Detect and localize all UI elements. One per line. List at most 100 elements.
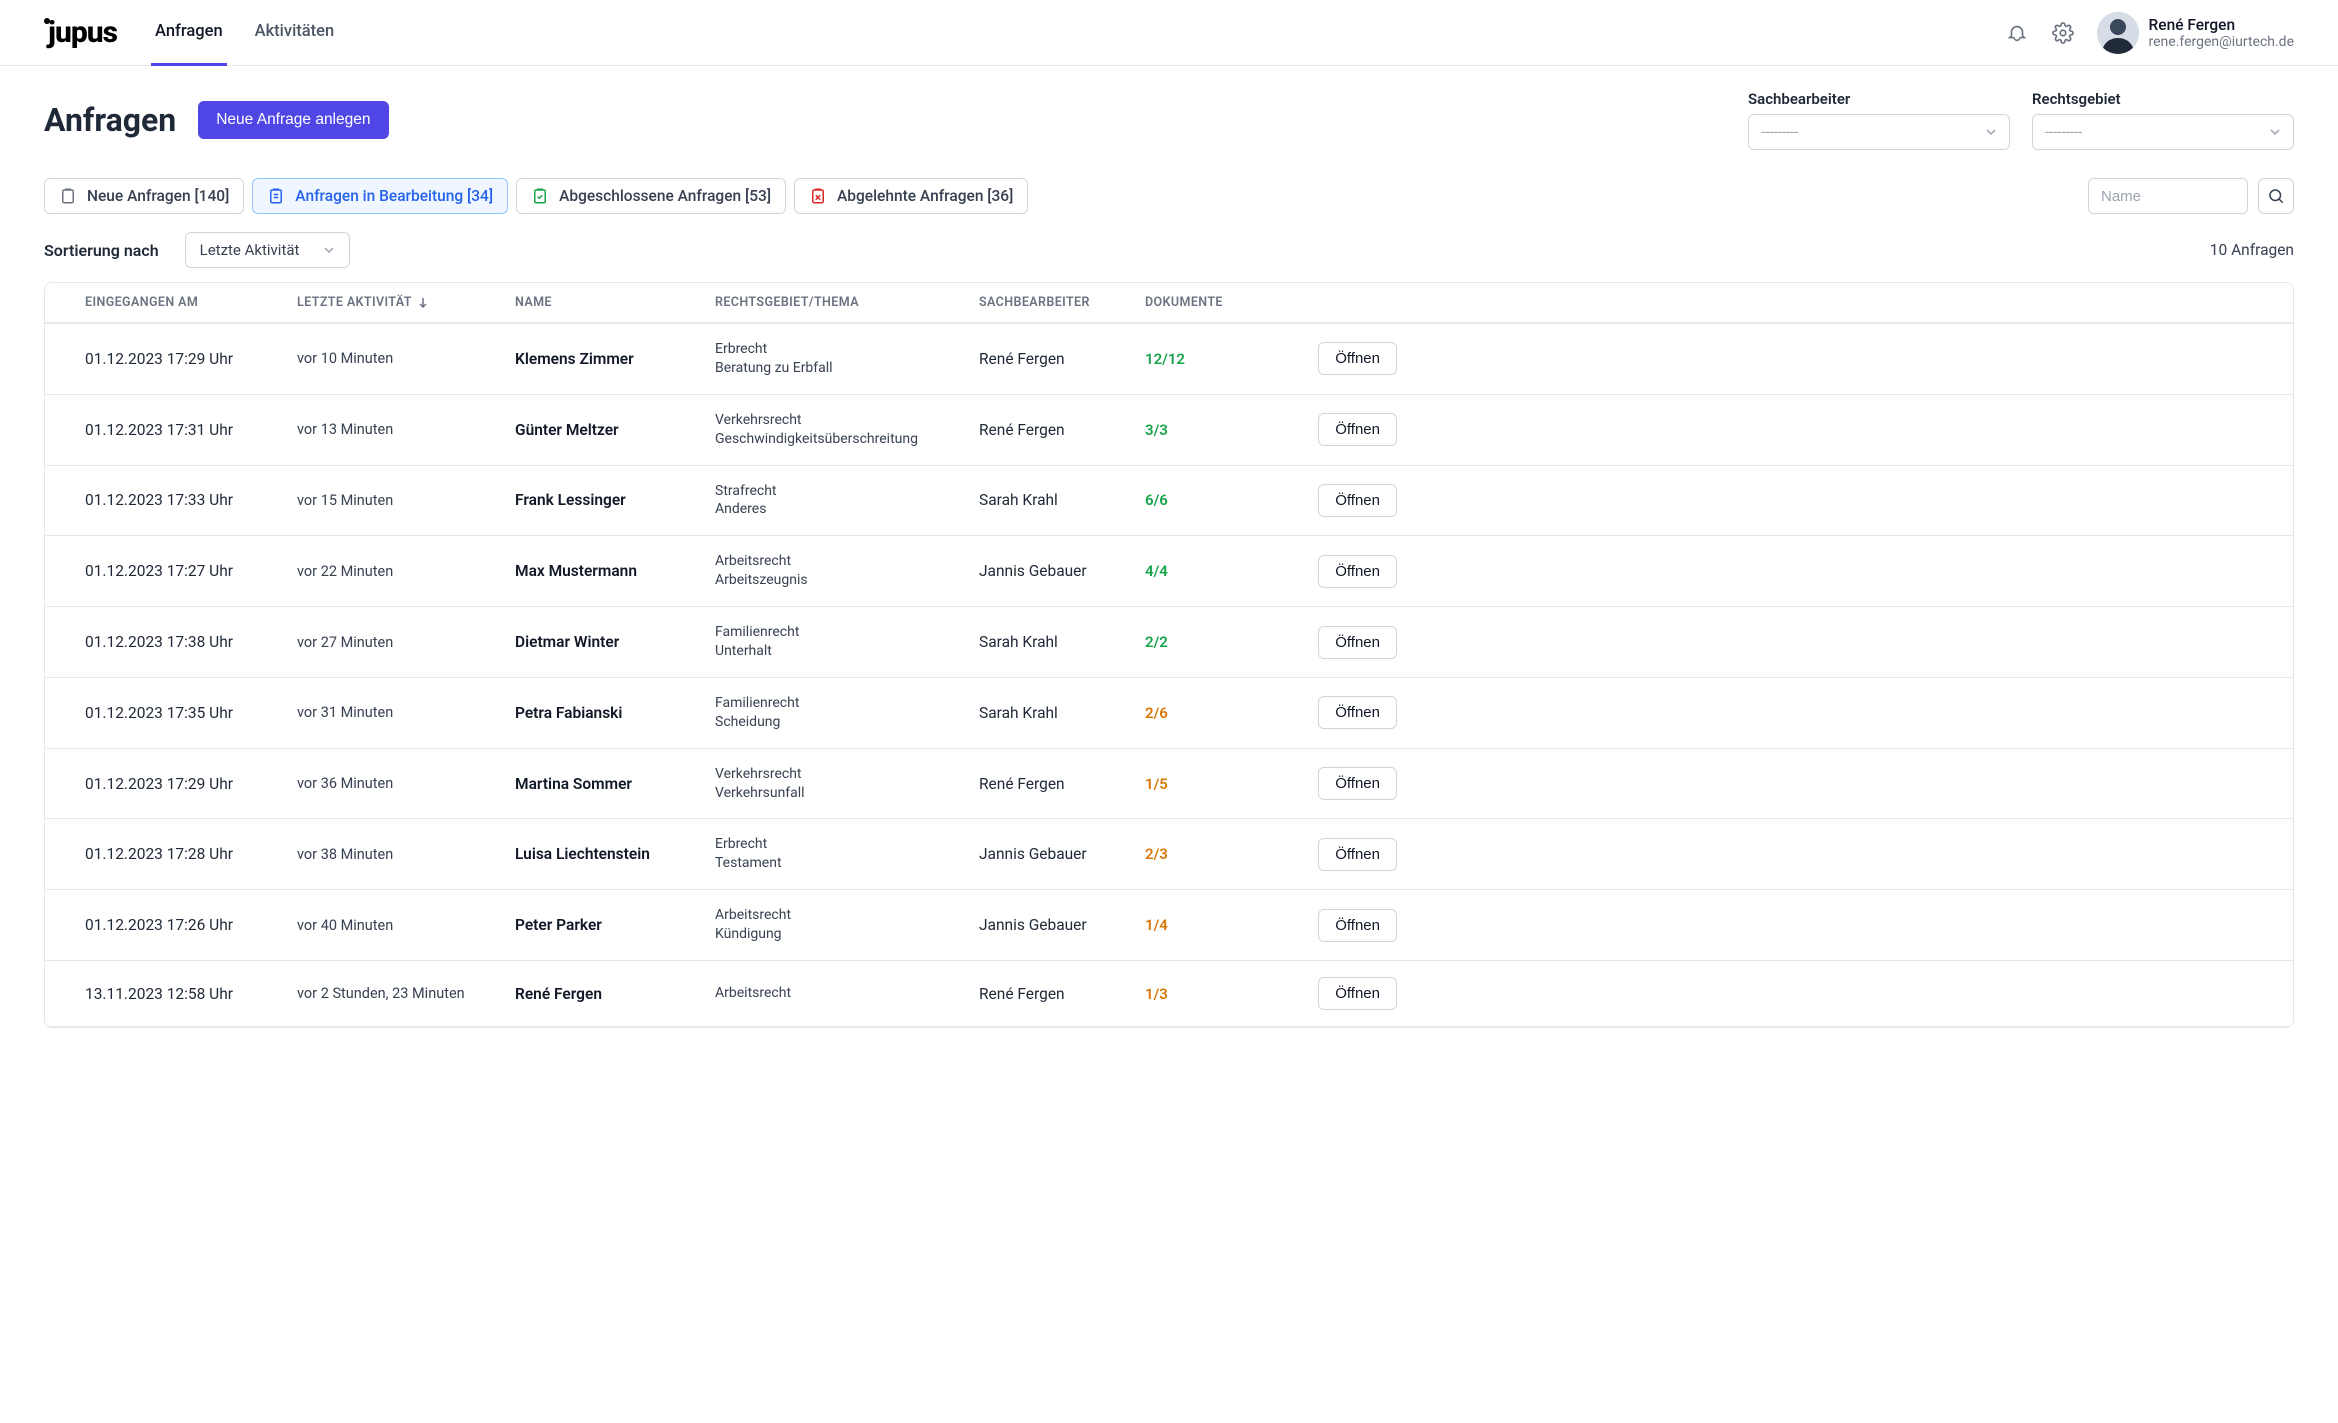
- cell-docs: 1/4: [1145, 916, 1257, 934]
- open-button[interactable]: Öffnen: [1318, 626, 1397, 659]
- cell-agent: René Fergen: [979, 775, 1145, 793]
- user-text: René Fergen rene.fergen@iurtech.de: [2149, 16, 2294, 50]
- status-tabs: Neue Anfragen [140] Anfragen in Bearbeitu…: [44, 178, 1028, 214]
- cell-topic: ErbrechtBeratung zu Erbfall: [715, 340, 979, 378]
- cell-topic: FamilienrechtScheidung: [715, 694, 979, 732]
- cell-name: Max Mustermann: [515, 562, 715, 580]
- cell-activity: vor 36 Minuten: [297, 775, 515, 792]
- cell-date: 01.12.2023 17:29 Uhr: [85, 775, 297, 793]
- col-agent: Sachbearbeiter: [979, 295, 1145, 310]
- table-row: 01.12.2023 17:26 Uhr vor 40 Minuten Pete…: [45, 890, 2293, 961]
- open-button[interactable]: Öffnen: [1318, 838, 1397, 871]
- sort-label: Sortierung nach: [44, 241, 159, 260]
- settings-icon[interactable]: [2051, 21, 2075, 45]
- cell-name: Peter Parker: [515, 916, 715, 934]
- notifications-icon[interactable]: [2005, 21, 2029, 45]
- status-tab-label: Abgelehnte Anfragen [36]: [837, 187, 1013, 205]
- open-button[interactable]: Öffnen: [1318, 696, 1397, 729]
- col-name: Name: [515, 295, 715, 310]
- cell-activity: vor 2 Stunden, 23 Minuten: [297, 985, 515, 1002]
- open-button[interactable]: Öffnen: [1318, 909, 1397, 942]
- cell-docs: 12/12: [1145, 350, 1257, 368]
- status-tab[interactable]: Neue Anfragen [140]: [44, 178, 244, 214]
- header-left: jupus Anfragen Aktivitäten: [44, 0, 338, 66]
- app-logo: jupus: [44, 15, 117, 50]
- cell-agent: Sarah Krahl: [979, 704, 1145, 722]
- cell-activity: vor 13 Minuten: [297, 421, 515, 438]
- status-tab-label: Neue Anfragen [140]: [87, 187, 229, 205]
- cell-topic: VerkehrsrechtVerkehrsunfall: [715, 765, 979, 803]
- cell-action: Öffnen: [1257, 626, 1397, 659]
- open-button[interactable]: Öffnen: [1318, 413, 1397, 446]
- filter-agent-select[interactable]: ---------: [1748, 114, 2010, 150]
- filters: Sachbearbeiter --------- Rechtsgebiet --…: [1748, 90, 2294, 150]
- filter-area-value: ---------: [2045, 123, 2082, 141]
- cell-topic: FamilienrechtUnterhalt: [715, 623, 979, 661]
- chevron-down-icon: [2269, 126, 2281, 138]
- table-row: 01.12.2023 17:31 Uhr vor 13 Minuten Günt…: [45, 395, 2293, 466]
- open-button[interactable]: Öffnen: [1318, 342, 1397, 375]
- cell-name: Petra Fabianski: [515, 704, 715, 722]
- avatar: [2097, 12, 2139, 54]
- cell-agent: Jannis Gebauer: [979, 916, 1145, 934]
- search-icon: [2267, 187, 2285, 205]
- cell-activity: vor 40 Minuten: [297, 917, 515, 934]
- open-button[interactable]: Öffnen: [1318, 484, 1397, 517]
- cell-activity: vor 38 Minuten: [297, 846, 515, 863]
- open-button[interactable]: Öffnen: [1318, 767, 1397, 800]
- col-docs: Dokumente: [1145, 295, 1257, 310]
- app-header: jupus Anfragen Aktivitäten René Fergen re…: [0, 0, 2338, 66]
- filter-agent-value: ---------: [1761, 123, 1798, 141]
- status-tab[interactable]: Anfragen in Bearbeitung [34]: [252, 178, 508, 214]
- cell-action: Öffnen: [1257, 413, 1397, 446]
- table-body: 01.12.2023 17:29 Uhr vor 10 Minuten Klem…: [45, 324, 2293, 1027]
- requests-table: Eingegangen am Letzte Aktivität Name Rec…: [44, 282, 2294, 1028]
- cell-agent: Jannis Gebauer: [979, 845, 1145, 863]
- col-activity[interactable]: Letzte Aktivität: [297, 295, 515, 310]
- cell-action: Öffnen: [1257, 767, 1397, 800]
- status-tab[interactable]: Abgelehnte Anfragen [36]: [794, 178, 1028, 214]
- cell-docs: 1/3: [1145, 985, 1257, 1003]
- cell-activity: vor 15 Minuten: [297, 492, 515, 509]
- cell-name: Frank Lessinger: [515, 491, 715, 509]
- status-tab[interactable]: Abgeschlossene Anfragen [53]: [516, 178, 786, 214]
- header-right: René Fergen rene.fergen@iurtech.de: [2005, 12, 2294, 54]
- new-request-button[interactable]: Neue Anfrage anlegen: [198, 101, 388, 139]
- cell-action: Öffnen: [1257, 484, 1397, 517]
- nav-tabs: Anfragen Aktivitäten: [151, 0, 338, 66]
- nav-tab-aktivitäten[interactable]: Aktivitäten: [251, 0, 339, 66]
- cell-agent: René Fergen: [979, 985, 1145, 1003]
- sort-select[interactable]: Letzte Aktivität: [185, 232, 351, 268]
- open-button[interactable]: Öffnen: [1318, 977, 1397, 1010]
- cell-topic: ArbeitsrechtArbeitszeugnis: [715, 552, 979, 590]
- nav-tab-anfragen[interactable]: Anfragen: [151, 0, 227, 66]
- sort-desc-icon: [418, 297, 428, 309]
- status-tab-label: Abgeschlossene Anfragen [53]: [559, 187, 771, 205]
- status-tab-label: Anfragen in Bearbeitung [34]: [295, 187, 493, 205]
- cell-date: 01.12.2023 17:26 Uhr: [85, 916, 297, 934]
- filter-area-select[interactable]: ---------: [2032, 114, 2294, 150]
- title-left: Anfragen Neue Anfrage anlegen: [44, 101, 389, 139]
- cell-date: 01.12.2023 17:35 Uhr: [85, 704, 297, 722]
- cell-activity: vor 27 Minuten: [297, 634, 515, 651]
- table-row: 01.12.2023 17:35 Uhr vor 31 Minuten Petr…: [45, 678, 2293, 749]
- cell-topic: ErbrechtTestament: [715, 835, 979, 873]
- cell-action: Öffnen: [1257, 342, 1397, 375]
- open-button[interactable]: Öffnen: [1318, 555, 1397, 588]
- cell-activity: vor 10 Minuten: [297, 350, 515, 367]
- cell-topic: Arbeitsrecht: [715, 984, 979, 1003]
- cell-date: 01.12.2023 17:38 Uhr: [85, 633, 297, 651]
- status-tabs-row: Neue Anfragen [140] Anfragen in Bearbeitu…: [44, 178, 2294, 214]
- cell-name: Martina Sommer: [515, 775, 715, 793]
- cell-date: 01.12.2023 17:27 Uhr: [85, 562, 297, 580]
- cell-topic: ArbeitsrechtKündigung: [715, 906, 979, 944]
- cell-date: 01.12.2023 17:31 Uhr: [85, 421, 297, 439]
- search-button[interactable]: [2258, 178, 2294, 214]
- result-count: 10 Anfragen: [2210, 241, 2294, 259]
- cell-name: René Fergen: [515, 985, 715, 1003]
- cell-action: Öffnen: [1257, 909, 1397, 942]
- search-input[interactable]: [2088, 178, 2248, 214]
- cell-topic: VerkehrsrechtGeschwindigkeitsüberschreit…: [715, 411, 979, 449]
- user-menu[interactable]: René Fergen rene.fergen@iurtech.de: [2097, 12, 2294, 54]
- table-row: 01.12.2023 17:27 Uhr vor 22 Minuten Max …: [45, 536, 2293, 607]
